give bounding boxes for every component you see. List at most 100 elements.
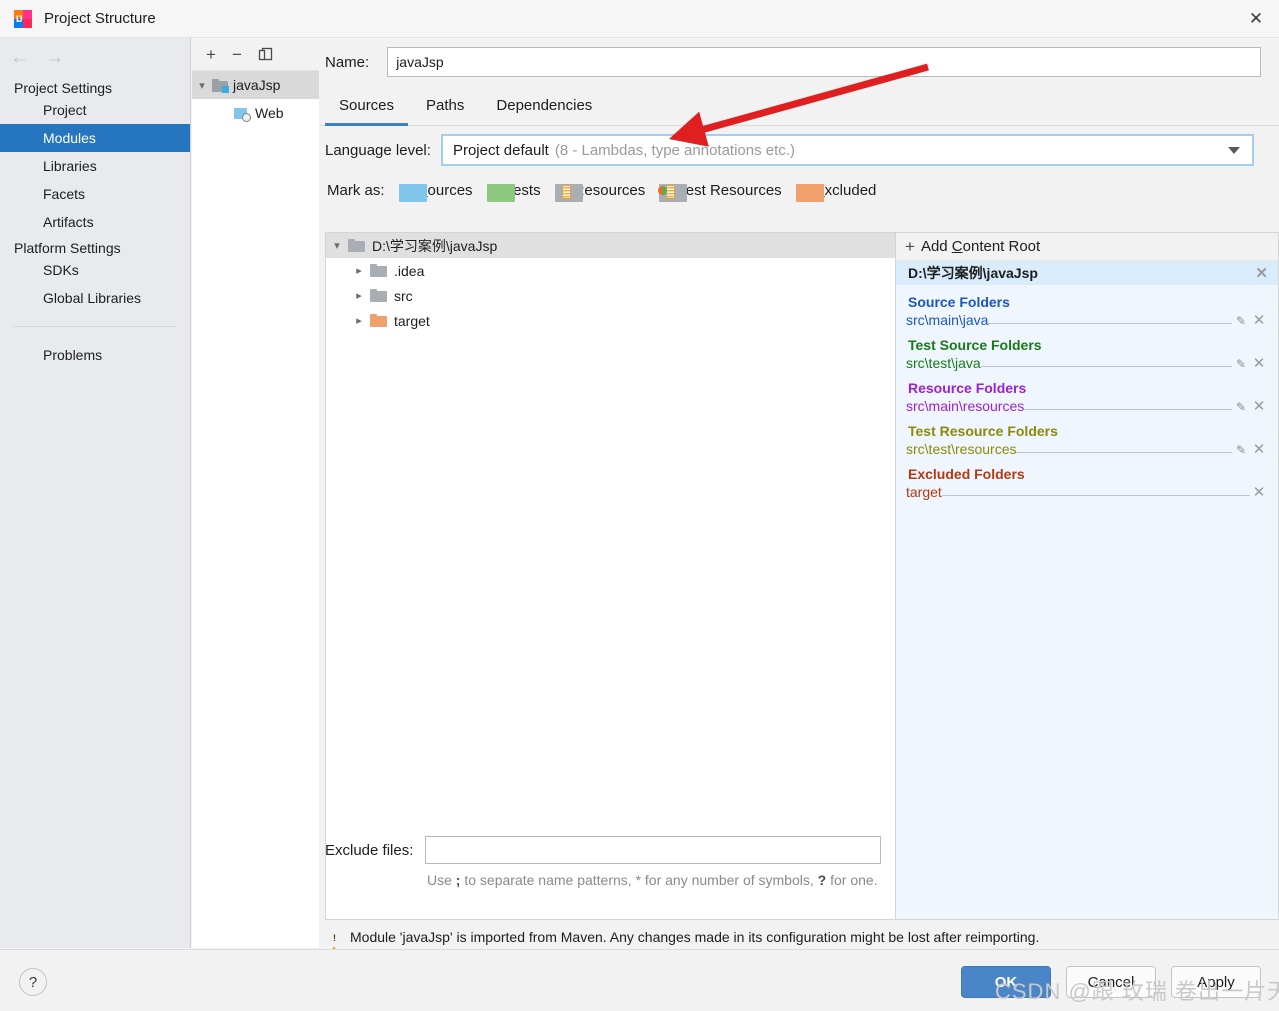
modules-list-panel: + − ▾ javaJsp Web [192, 38, 319, 948]
cancel-button[interactable]: Cancel [1066, 966, 1156, 998]
mark-as-test-resources-button[interactable]: Test Resources [658, 182, 782, 202]
sidebar-divider [14, 326, 176, 327]
content-root-file-tree: ▾ D:\学习案例\javaJsp ▸ .idea ▸ src ▸ target [325, 232, 895, 920]
settings-sidebar: ← → Project Settings Project Modules Lib… [0, 38, 191, 948]
tab-dependencies[interactable]: Dependencies [482, 91, 606, 126]
module-tabs: Sources Paths Dependencies [320, 86, 1279, 126]
web-facet-icon [234, 107, 251, 122]
mark-as-resources-label: Resources [573, 181, 646, 199]
excluded-folder-icon [370, 314, 387, 327]
sidebar-item-sdks[interactable]: SDKs [0, 256, 190, 284]
sidebar-item-facets[interactable]: Facets [0, 180, 190, 208]
folder-path: src\main\java [906, 312, 989, 328]
edit-pencil-icon[interactable]: ✎ [1232, 314, 1250, 328]
folder-group-title: Source Folders [908, 294, 1010, 310]
folder-group-title: Resource Folders [908, 380, 1027, 396]
remove-folder-icon[interactable]: ✕ [1250, 356, 1268, 371]
chevron-down-icon[interactable] [1228, 147, 1240, 154]
tab-paths[interactable]: Paths [412, 91, 478, 126]
ok-button[interactable]: OK [961, 966, 1051, 998]
sidebar-navigation: ← → [0, 38, 190, 76]
add-content-root-button[interactable]: + Add Content Root [896, 233, 1278, 261]
language-level-value: Project default [452, 141, 549, 159]
chevron-down-icon[interactable]: ▾ [326, 239, 348, 252]
chevron-right-icon[interactable]: ▸ [348, 314, 370, 327]
apply-button[interactable]: Apply [1171, 966, 1261, 998]
sidebar-item-modules[interactable]: Modules [0, 124, 190, 152]
language-level-row: Language level: Project default (8 - Lam… [320, 126, 1279, 174]
module-folder-icon [212, 78, 229, 93]
sidebar-group-title-project-settings: Project Settings [14, 80, 113, 96]
module-tree-item-label: Web [255, 105, 284, 121]
sidebar-item-project[interactable]: Project [0, 96, 190, 124]
folder-icon [348, 239, 365, 252]
sidebar-item-global-libraries[interactable]: Global Libraries [0, 284, 190, 312]
mark-as-sources-button[interactable]: Sources [398, 182, 473, 202]
hint-pre: Use [427, 872, 456, 888]
path-underline [1016, 452, 1232, 453]
modules-toolbar: + − [192, 38, 319, 71]
edit-pencil-icon[interactable]: ✎ [1232, 443, 1250, 457]
forward-arrow-icon[interactable]: → [45, 48, 64, 67]
module-tree-item-javajsp[interactable]: ▾ javaJsp [192, 71, 319, 99]
tree-row[interactable]: ▾ D:\学习案例\javaJsp [326, 233, 895, 258]
path-underline [1024, 409, 1232, 410]
tree-row[interactable]: ▸ src [326, 283, 895, 308]
folder-group-resource: Resource Folders [896, 371, 1278, 396]
chevron-right-icon[interactable]: ▸ [348, 289, 370, 302]
edit-pencil-icon[interactable]: ✎ [1232, 357, 1250, 371]
remove-folder-icon[interactable]: ✕ [1250, 485, 1268, 500]
mark-as-label: Mark as: [327, 181, 385, 199]
chevron-down-icon[interactable]: ▾ [192, 79, 212, 92]
folder-icon [370, 289, 387, 302]
chevron-right-icon[interactable]: ▸ [348, 264, 370, 277]
add-module-icon[interactable]: + [206, 46, 216, 63]
intellij-idea-icon: IJ [14, 9, 32, 28]
module-name-input[interactable] [387, 47, 1261, 77]
language-level-select[interactable]: Project default (8 - Lambdas, type annot… [440, 134, 1254, 166]
edit-pencil-icon[interactable]: ✎ [1232, 400, 1250, 414]
tree-row[interactable]: ▸ .idea [326, 258, 895, 283]
mark-as-resources-button[interactable]: Resources [554, 181, 646, 202]
folder-icon [370, 264, 387, 277]
remove-folder-icon[interactable]: ✕ [1250, 399, 1268, 414]
folder-path: src\test\resources [906, 441, 1017, 457]
language-level-label: Language level: [325, 141, 431, 159]
mark-as-excluded-button[interactable]: Excluded [795, 181, 877, 202]
copy-module-icon[interactable] [258, 47, 273, 62]
remove-folder-icon[interactable]: ✕ [1250, 442, 1268, 457]
back-arrow-icon[interactable]: ← [10, 48, 29, 67]
sidebar-item-libraries[interactable]: Libraries [0, 152, 190, 180]
folder-path-row: src\test\java ✎ ✕ [896, 353, 1278, 371]
module-tree-item-web[interactable]: Web [192, 99, 319, 127]
tab-sources[interactable]: Sources [325, 91, 409, 126]
sources-folder-icon [398, 183, 427, 202]
sidebar-item-artifacts[interactable]: Artifacts [0, 208, 190, 236]
content-roots-pane: + Add Content Root D:\学习案例\javaJsp ✕ Sou… [895, 232, 1279, 920]
path-underline [941, 495, 1250, 496]
exclude-files-input[interactable] [425, 836, 882, 864]
remove-module-icon[interactable]: − [232, 46, 242, 63]
folder-path-row: src\main\resources ✎ ✕ [896, 396, 1278, 414]
tree-row-label: D:\学习案例\javaJsp [372, 237, 498, 254]
module-tree-item-label: javaJsp [233, 77, 281, 93]
folder-group-source: Source Folders [896, 285, 1278, 310]
path-underline [980, 366, 1232, 367]
sources-splitter: ▾ D:\学习案例\javaJsp ▸ .idea ▸ src ▸ target… [325, 232, 1279, 920]
mark-as-tests-button[interactable]: Tests [486, 182, 541, 202]
mark-as-excluded-label: Excluded [815, 181, 877, 199]
module-name-row: Name: [320, 38, 1279, 86]
tree-row[interactable]: ▸ target [326, 308, 895, 333]
mark-as-row: Mark as: Sources Tests Resources Test Re… [320, 174, 1279, 206]
maven-warning-text: Module 'javaJsp' is imported from Maven.… [350, 929, 1040, 945]
path-underline [988, 323, 1232, 324]
sidebar-item-problems[interactable]: Problems [0, 341, 190, 369]
remove-folder-icon[interactable]: ✕ [1250, 313, 1268, 328]
add-content-root-label: Add Content Root [920, 238, 1041, 255]
test-resources-folder-icon [658, 183, 688, 202]
hint-post: for one. [826, 872, 878, 888]
close-icon[interactable]: ✕ [1233, 0, 1279, 38]
remove-content-root-icon[interactable]: ✕ [1255, 264, 1268, 282]
exclude-files-hint: Use ; to separate name patterns, * for a… [427, 870, 887, 890]
help-button[interactable]: ? [19, 968, 47, 996]
